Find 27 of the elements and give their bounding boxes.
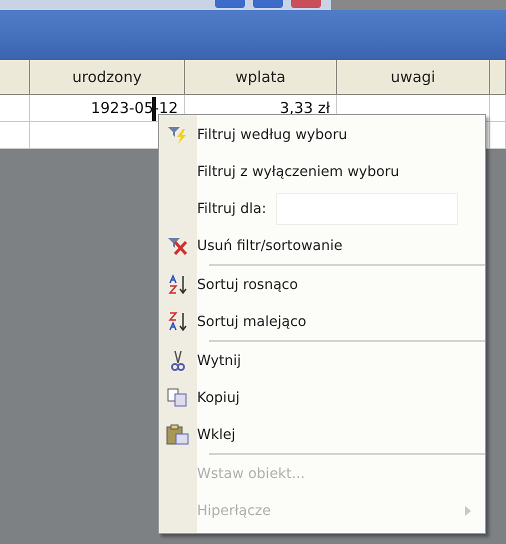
sort-ascending-icon [168, 274, 188, 296]
window-button[interactable] [215, 0, 245, 8]
sort-descending-icon [168, 310, 188, 332]
submenu-arrow-icon [465, 506, 471, 516]
paste-icon [166, 424, 190, 446]
window-button[interactable] [253, 0, 283, 8]
scissors-icon [170, 350, 186, 372]
menu-item[interactable]: Filtruj z wyłączeniem wyboru [159, 153, 485, 190]
remove-filter-icon [167, 236, 189, 256]
menu-item[interactable]: Sortuj rosnąco [159, 266, 485, 303]
table-cell [490, 95, 506, 122]
menu-item[interactable]: Usuń filtr/sortowanie [159, 227, 485, 264]
column-header[interactable] [0, 60, 30, 95]
menu-item[interactable]: Sortuj malejąco [159, 303, 485, 340]
close-button[interactable] [291, 0, 321, 8]
table-cell [490, 122, 506, 149]
column-header[interactable]: uwagi [337, 60, 490, 95]
column-header[interactable]: urodzony [30, 60, 185, 95]
table-cell [0, 95, 30, 122]
column-header[interactable]: wplata [185, 60, 337, 95]
menu-label: Filtruj dla: [197, 200, 266, 216]
copy-icon [167, 388, 189, 408]
menu-item[interactable]: Wytnij [159, 342, 485, 379]
filter-icon [167, 124, 189, 144]
menu-item[interactable]: Kopiuj [159, 379, 485, 416]
column-header[interactable] [490, 60, 506, 95]
menu-item[interactable]: Wklej [159, 416, 485, 453]
